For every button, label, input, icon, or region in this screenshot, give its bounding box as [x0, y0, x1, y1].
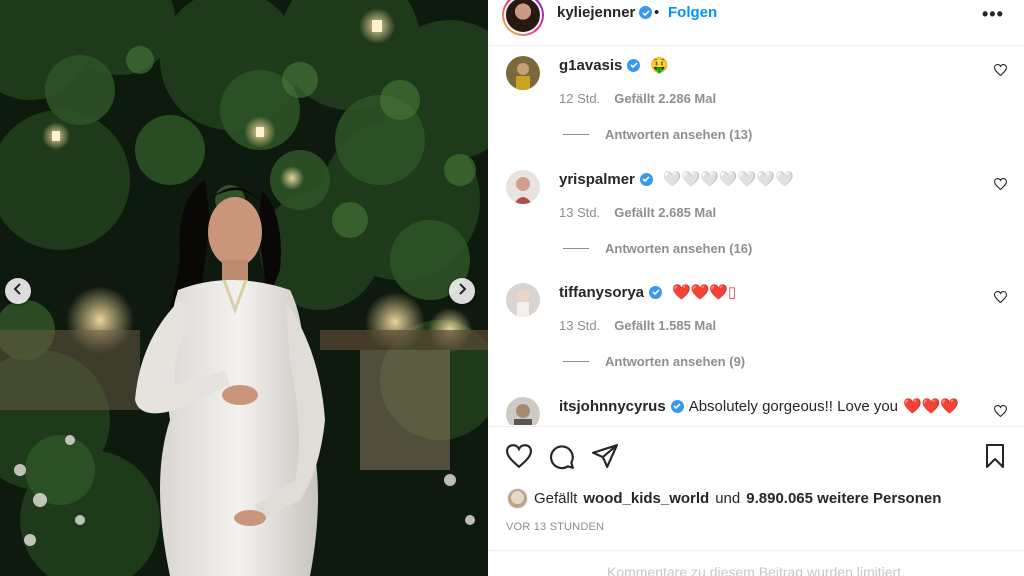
post-side-panel: kyliejenner • Folgen ••• g1avasis 🤑 12 S… [488, 0, 1024, 576]
likes-connector: und [715, 490, 741, 507]
heart-icon[interactable] [993, 404, 1008, 422]
comment-username[interactable]: yrispalmer [559, 171, 635, 188]
comment-time: 13 Std. [559, 318, 601, 333]
media-next-button[interactable] [449, 278, 475, 304]
post-timestamp[interactable]: VOR 13 STUNDEN [506, 521, 604, 533]
post-media[interactable] [0, 0, 488, 576]
commenter-avatar[interactable] [506, 170, 540, 204]
replies-divider [563, 134, 589, 135]
replies-divider [563, 361, 589, 362]
heart-icon[interactable] [993, 177, 1008, 195]
liker-username[interactable]: wood_kids_world [583, 490, 709, 507]
comment-item: yrispalmer 🤍🤍🤍🤍🤍🤍🤍 13 Std. Gefällt 2.685… [488, 161, 1024, 275]
comment-likes[interactable]: Gefällt 2.685 Mal [614, 205, 716, 220]
post-photo [0, 0, 488, 576]
comments-list[interactable]: g1avasis 🤑 12 Std. Gefällt 2.286 Mal Ant… [488, 47, 1024, 425]
view-replies-label[interactable]: Antworten ansehen (16) [605, 241, 752, 256]
commenter-avatar[interactable] [506, 397, 540, 425]
chevron-right-icon [456, 282, 468, 300]
follow-button[interactable]: Folgen [668, 4, 717, 21]
more-options-button[interactable]: ••• [982, 4, 1004, 25]
verified-badge-icon [639, 172, 653, 186]
comment-likes[interactable]: Gefällt 2.286 Mal [614, 91, 716, 106]
author-username[interactable]: kyliejenner [557, 4, 653, 21]
view-replies-button[interactable]: Antworten ansehen (13) [563, 127, 752, 142]
view-replies-label[interactable]: Antworten ansehen (13) [605, 127, 752, 142]
commenter-avatar[interactable] [506, 283, 540, 317]
comment-time: 13 Std. [559, 205, 601, 220]
header-separator: • [654, 4, 660, 21]
comment-emoji: ❤️❤️❤️▯ [672, 284, 737, 301]
paper-plane-icon[interactable] [592, 444, 618, 473]
media-prev-button[interactable] [5, 278, 31, 304]
author-username-text[interactable]: kyliejenner [557, 4, 635, 21]
likes-summary: Gefällt wood_kids_world und 9.890.065 we… [507, 488, 941, 509]
comment-emoji: 🤑 [650, 57, 670, 74]
comment-username[interactable]: itsjohnnycyrus [559, 398, 666, 415]
comment-emoji: 🤍🤍🤍🤍🤍🤍🤍 [662, 171, 794, 188]
comment-item: g1avasis 🤑 12 Std. Gefällt 2.286 Mal Ant… [488, 47, 1024, 161]
verified-badge-icon [649, 285, 663, 299]
comment-username[interactable]: g1avasis [559, 57, 622, 74]
verified-badge-icon [639, 6, 653, 19]
heart-icon[interactable] [505, 444, 533, 473]
bookmark-icon[interactable] [984, 444, 1006, 473]
comment-username[interactable]: tiffanysorya [559, 284, 644, 301]
comment-likes[interactable]: Gefällt 1.585 Mal [614, 318, 716, 333]
comment-text: Absolutely gorgeous!! Love you [688, 397, 899, 415]
comment-item: tiffanysorya ❤️❤️❤️▯ 13 Std. Gefällt 1.5… [488, 274, 1024, 388]
verified-badge-icon [627, 58, 641, 72]
comment-bubble-icon[interactable] [549, 444, 575, 475]
liker-avatar[interactable] [507, 488, 528, 509]
view-replies-label[interactable]: Antworten ansehen (9) [605, 354, 745, 369]
likes-count[interactable]: 9.890.065 weitere Personen [746, 490, 941, 507]
chevron-left-icon [12, 282, 24, 300]
commenter-avatar[interactable] [506, 56, 540, 90]
comment-time: 12 Std. [559, 91, 601, 106]
replies-divider [563, 248, 589, 249]
heart-icon[interactable] [993, 63, 1008, 81]
comment-item: itsjohnnycyrus Absolutely gorgeous!! Lov… [488, 388, 1024, 425]
author-avatar[interactable] [502, 0, 544, 36]
post-actions-bar [488, 426, 1024, 484]
comment-emoji: ❤️❤️❤️ [903, 398, 960, 415]
comments-limited-notice: Kommentare zu diesem Beitrag wurden limi… [488, 550, 1024, 576]
verified-badge-icon [670, 399, 684, 413]
view-replies-button[interactable]: Antworten ansehen (16) [563, 241, 752, 256]
view-replies-button[interactable]: Antworten ansehen (9) [563, 354, 745, 369]
likes-prefix: Gefällt [534, 490, 578, 507]
post-header: kyliejenner • Folgen ••• [488, 0, 1024, 46]
heart-icon[interactable] [993, 290, 1008, 308]
